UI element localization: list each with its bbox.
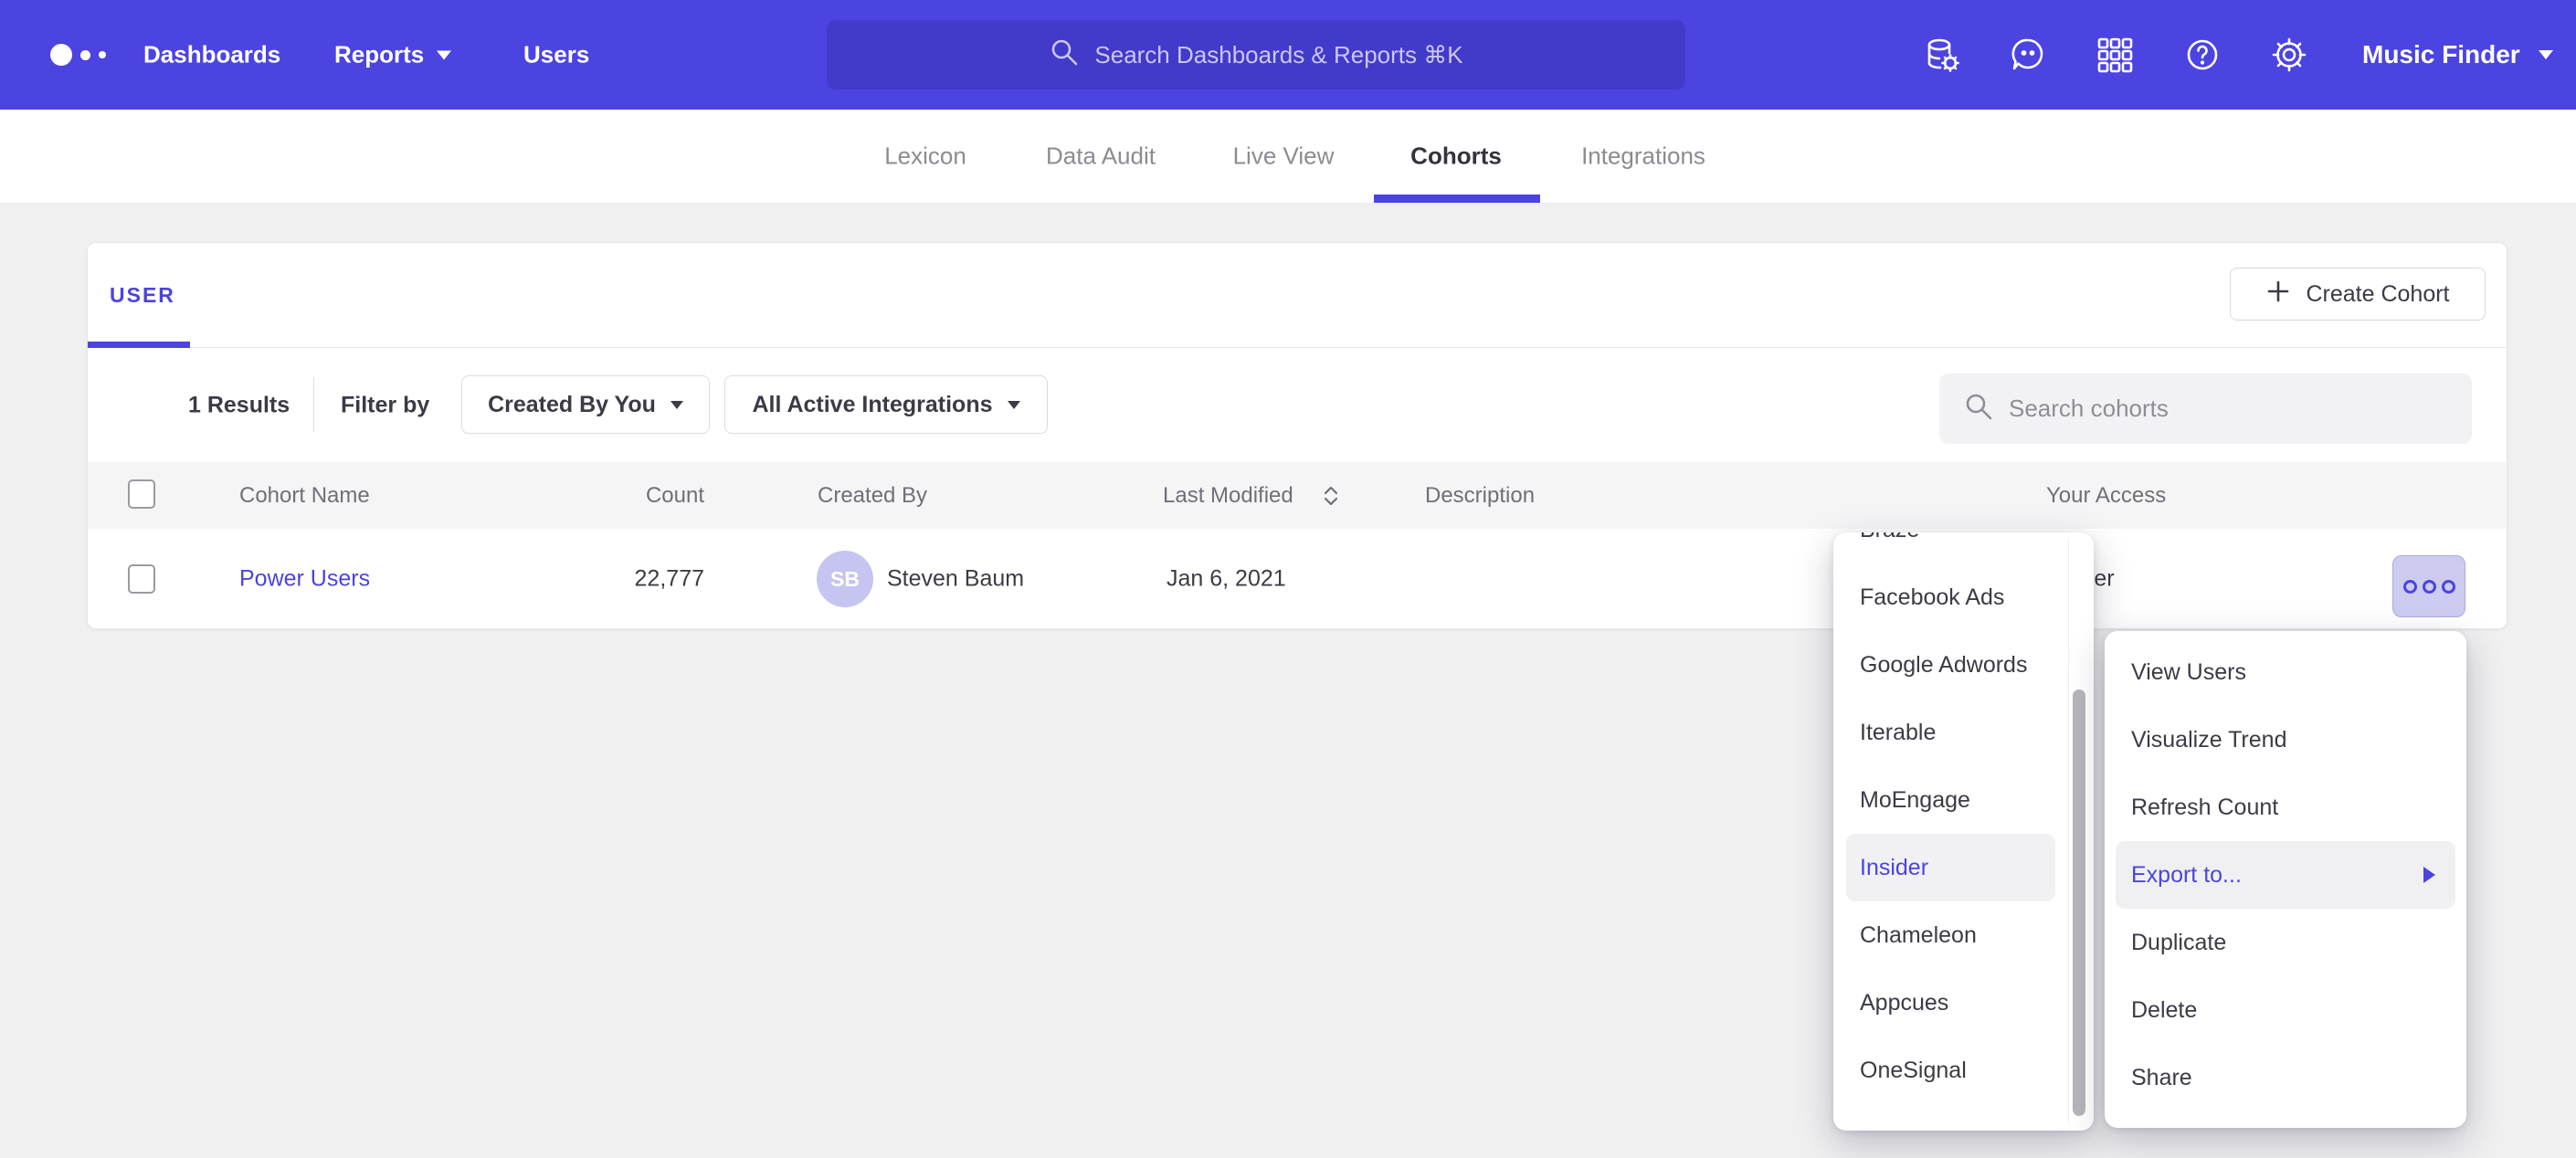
col-your-access: Your Access — [2046, 483, 2166, 509]
menu-item-visualize-trend[interactable]: Visualize Trend — [2105, 706, 2466, 774]
apps-grid-icon[interactable] — [2094, 34, 2136, 76]
scrollbar-track — [2068, 540, 2069, 1123]
table-header: Cohort Name Count Created By Last Modifi… — [88, 462, 2507, 529]
logo-dot-medium — [80, 50, 90, 60]
submenu-item-chameleon[interactable]: Chameleon — [1833, 901, 2094, 969]
submenu-item-insider[interactable]: Insider — [1846, 834, 2055, 901]
user-tab-underline — [88, 342, 190, 348]
cohort-count: 22,777 — [544, 566, 704, 593]
table-row[interactable]: Power Users 22,777 SB Steven Baum Jan 6,… — [88, 529, 2507, 629]
menu-item-view-users[interactable]: View Users — [2105, 638, 2466, 706]
help-icon[interactable] — [2181, 34, 2223, 76]
divider — [313, 377, 314, 432]
logo-dot-small — [99, 51, 106, 58]
col-count: Count — [544, 483, 704, 509]
cohorts-panel: USER Create Cohort 1 Results Filter by C… — [87, 242, 2507, 629]
export-destination-submenu: Braze Facebook Ads Google Adwords Iterab… — [1833, 532, 2094, 1131]
project-name: Music Finder — [2362, 40, 2520, 69]
section-tabs: Lexicon Data Audit Live View Cohorts Int… — [0, 110, 2576, 204]
submenu-item-moengage[interactable]: MoEngage — [1833, 766, 2094, 834]
menu-item-share[interactable]: Share — [2105, 1044, 2466, 1111]
dot-icon — [2423, 580, 2436, 594]
avatar-initials: SB — [830, 567, 860, 592]
chevron-down-icon — [1008, 401, 1020, 409]
tab-lexicon[interactable]: Lexicon — [884, 142, 966, 171]
scrollbar-thumb[interactable] — [2073, 690, 2085, 1116]
filter-integrations-value: All Active Integrations — [752, 392, 992, 418]
search-cohorts-field[interactable] — [1939, 374, 2472, 444]
last-modified-date: Jan 6, 2021 — [1167, 566, 1286, 593]
project-switcher[interactable]: Music Finder — [2362, 40, 2553, 69]
select-all-checkbox[interactable] — [128, 479, 155, 509]
logo-dot-large — [50, 44, 72, 66]
tab-data-audit[interactable]: Data Audit — [1046, 142, 1156, 171]
menu-item-export-to[interactable]: Export to... — [2116, 841, 2455, 909]
menu-item-duplicate[interactable]: Duplicate — [2105, 909, 2466, 976]
chevron-right-icon — [2423, 867, 2435, 883]
nav-item-users[interactable]: Users — [523, 41, 589, 69]
submenu-item-braze[interactable]: Braze — [1833, 532, 2094, 563]
create-cohort-label: Create Cohort — [2306, 281, 2449, 308]
results-count: 1 Results — [188, 392, 290, 418]
menu-item-refresh-count[interactable]: Refresh Count — [2105, 774, 2466, 841]
row-checkbox[interactable] — [128, 564, 155, 594]
chevron-down-icon — [2539, 50, 2553, 59]
submenu-item-facebook-ads[interactable]: Facebook Ads — [1833, 563, 2094, 631]
tab-cohorts[interactable]: Cohorts — [1410, 142, 1502, 171]
create-cohort-button[interactable]: Create Cohort — [2230, 268, 2486, 321]
plus-icon — [2265, 279, 2291, 311]
submenu-item-google-adwords[interactable]: Google Adwords — [1833, 631, 2094, 699]
filter-integrations-dropdown[interactable]: All Active Integrations — [724, 375, 1048, 434]
filter-created-by-value: Created By You — [488, 392, 656, 418]
submenu-item-iterable[interactable]: Iterable — [1833, 699, 2094, 766]
row-actions-button[interactable] — [2392, 555, 2465, 617]
settings-gear-icon[interactable] — [2268, 34, 2310, 76]
top-navigation-bar: Dashboards Reports Users Search Dashboar… — [0, 0, 2576, 110]
submenu-item-appcues[interactable]: Appcues — [1833, 969, 2094, 1037]
col-last-modified[interactable]: Last Modified — [1163, 483, 1293, 509]
filter-toolbar: 1 Results Filter by Created By You All A… — [88, 348, 2507, 462]
dot-icon — [2403, 580, 2417, 594]
panel-tab-strip: USER Create Cohort — [88, 243, 2507, 348]
data-settings-icon[interactable] — [1920, 34, 1962, 76]
nav-item-dashboards[interactable]: Dashboards — [143, 41, 280, 69]
submenu-item-onesignal[interactable]: OneSignal — [1833, 1037, 2094, 1104]
search-cohorts-input[interactable] — [2009, 395, 2448, 423]
filter-by-label: Filter by — [341, 392, 429, 418]
nav-item-reports[interactable]: Reports — [334, 41, 451, 69]
brand-logo[interactable] — [50, 44, 106, 66]
tab-user[interactable]: USER — [110, 283, 175, 308]
search-icon — [1963, 391, 1994, 426]
filter-created-by-dropdown[interactable]: Created By You — [461, 375, 710, 434]
global-search-input[interactable]: Search Dashboards & Reports ⌘K — [827, 20, 1685, 89]
active-tab-underline — [1374, 195, 1540, 203]
tab-integrations[interactable]: Integrations — [1581, 142, 1705, 171]
row-context-menu: View Users Visualize Trend Refresh Count… — [2105, 631, 2466, 1128]
chevron-down-icon — [437, 50, 451, 59]
col-description: Description — [1425, 483, 1535, 509]
nav-item-reports-label: Reports — [334, 41, 424, 69]
tab-live-view[interactable]: Live View — [1233, 142, 1335, 171]
global-search-placeholder: Search Dashboards & Reports ⌘K — [1094, 41, 1462, 69]
sort-icon[interactable] — [1323, 485, 1339, 507]
menu-item-export-to-label: Export to... — [2131, 862, 2242, 889]
nav-item-dashboards-label: Dashboards — [143, 41, 280, 69]
feedback-chat-icon[interactable] — [2007, 34, 2049, 76]
col-cohort-name: Cohort Name — [239, 483, 370, 509]
avatar: SB — [817, 551, 873, 607]
created-by-name: Steven Baum — [887, 566, 1024, 593]
menu-item-delete[interactable]: Delete — [2105, 976, 2466, 1044]
chevron-down-icon — [670, 401, 683, 409]
cohort-name-link[interactable]: Power Users — [239, 566, 370, 593]
nav-item-users-label: Users — [523, 41, 589, 69]
search-icon — [1049, 37, 1080, 74]
col-created-by: Created By — [818, 483, 927, 509]
dot-icon — [2442, 580, 2455, 594]
